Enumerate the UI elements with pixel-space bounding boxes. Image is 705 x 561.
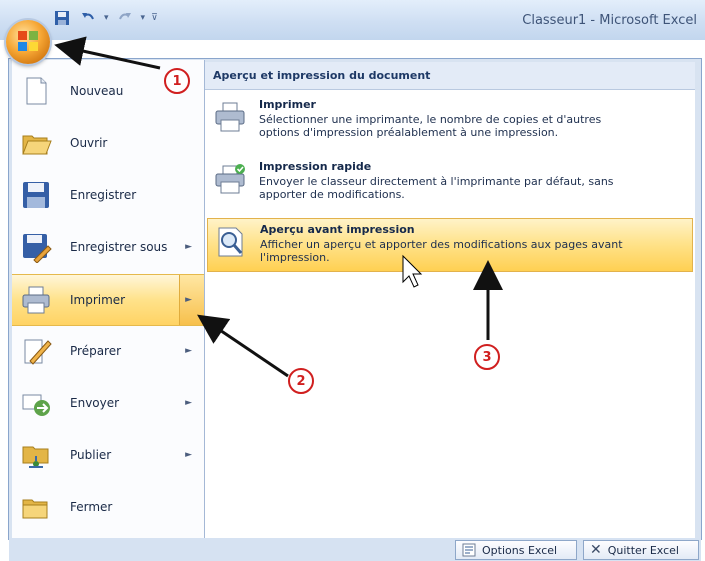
- menu-item-enregistrer-sous[interactable]: Enregistrer sous ►: [12, 222, 204, 272]
- printer-icon: [22, 286, 50, 314]
- customize-toolbar-icon[interactable]: ⊽: [151, 13, 158, 23]
- options-icon: [462, 543, 476, 557]
- title-bar: ▾ ▾ ⊽ Classeur1 - Microsoft Excel: [0, 0, 705, 40]
- options-excel-button[interactable]: Options Excel: [455, 540, 577, 560]
- menu-item-preparer[interactable]: Préparer ►: [12, 326, 204, 376]
- menu-item-enregistrer[interactable]: Enregistrer: [12, 170, 204, 220]
- send-icon: [22, 394, 50, 416]
- submenu-arrow-icon: ►: [185, 398, 192, 408]
- submenu-arrow-icon: ►: [185, 295, 192, 305]
- menu-item-publier[interactable]: Publier ►: [12, 430, 204, 480]
- submenu-pane: Aperçu et impression du document Imprime…: [205, 62, 695, 538]
- options-excel-label: Options Excel: [482, 543, 558, 557]
- menu-item-label: Enregistrer: [70, 188, 137, 202]
- quick-print-icon: [215, 164, 245, 194]
- submenu-item-imprimer[interactable]: Imprimer Sélectionner une imprimante, le…: [207, 94, 693, 150]
- quitter-excel-label: Quitter Excel: [607, 543, 679, 557]
- redo-icon[interactable]: [115, 8, 135, 28]
- submenu-item-title: Aperçu avant impression: [260, 223, 415, 236]
- menu-item-label: Publier: [70, 448, 112, 462]
- undo-icon[interactable]: [78, 8, 98, 28]
- menu-item-label: Fermer: [70, 500, 113, 514]
- chevron-down-icon[interactable]: ▾: [141, 13, 146, 23]
- close-folder-icon: [22, 499, 48, 519]
- save-disk-icon: [23, 182, 49, 208]
- save-icon[interactable]: [52, 8, 72, 28]
- submenu-title: Aperçu et impression du document: [205, 62, 695, 90]
- callout-3: 3: [474, 344, 500, 370]
- submenu-item-apercu[interactable]: Aperçu avant impression Afficher un aper…: [207, 218, 693, 272]
- menu-item-label: Enregistrer sous: [70, 240, 168, 254]
- close-icon: ✕: [590, 542, 602, 558]
- prepare-pen-icon: [24, 339, 52, 365]
- menu-item-imprimer[interactable]: Imprimer ►: [12, 274, 204, 326]
- submenu-item-title: Impression rapide: [259, 160, 372, 173]
- submenu-item-description: Sélectionner une imprimante, le nombre d…: [259, 113, 602, 139]
- quitter-excel-button[interactable]: ✕ Quitter Excel: [583, 540, 699, 560]
- save-as-icon: [23, 234, 52, 263]
- open-folder-icon: [22, 135, 52, 155]
- office-menu-left-pane: Nouveau Ouvrir Enregistrer Enregistrer s…: [12, 60, 205, 538]
- callout-2: 2: [288, 368, 314, 394]
- printer-icon: [215, 102, 245, 132]
- office-button[interactable]: [6, 20, 50, 64]
- submenu-arrow-icon: ►: [185, 242, 192, 252]
- chevron-down-icon[interactable]: ▾: [104, 13, 109, 23]
- office-logo-icon: [18, 31, 38, 51]
- publish-icon: [22, 446, 49, 468]
- menu-item-ouvrir[interactable]: Ouvrir: [12, 118, 204, 168]
- new-document-icon: [26, 77, 47, 105]
- submenu-item-description: Envoyer le classeur directement à l'impr…: [259, 175, 614, 201]
- submenu-item-title: Imprimer: [259, 98, 316, 111]
- menu-item-label: Imprimer: [70, 293, 126, 307]
- submenu-arrow-icon: ►: [185, 346, 192, 356]
- menu-item-label: Ouvrir: [70, 136, 108, 150]
- submenu-item-description: Afficher un aperçu et apporter des modif…: [260, 238, 623, 264]
- submenu-arrow-icon: ►: [185, 450, 192, 460]
- menu-item-label: Préparer: [70, 344, 122, 358]
- print-preview-icon: [218, 227, 243, 257]
- quick-access-toolbar: ▾ ▾ ⊽: [52, 6, 158, 30]
- menu-item-label: Envoyer: [70, 396, 120, 410]
- callout-1: 1: [164, 68, 190, 94]
- menu-item-fermer[interactable]: Fermer: [12, 482, 204, 532]
- menu-item-label: Nouveau: [70, 84, 124, 98]
- menu-item-envoyer[interactable]: Envoyer ►: [12, 378, 204, 428]
- submenu-item-impression-rapide[interactable]: Impression rapide Envoyer le classeur di…: [207, 156, 693, 212]
- window-title: Classeur1 - Microsoft Excel: [522, 13, 697, 28]
